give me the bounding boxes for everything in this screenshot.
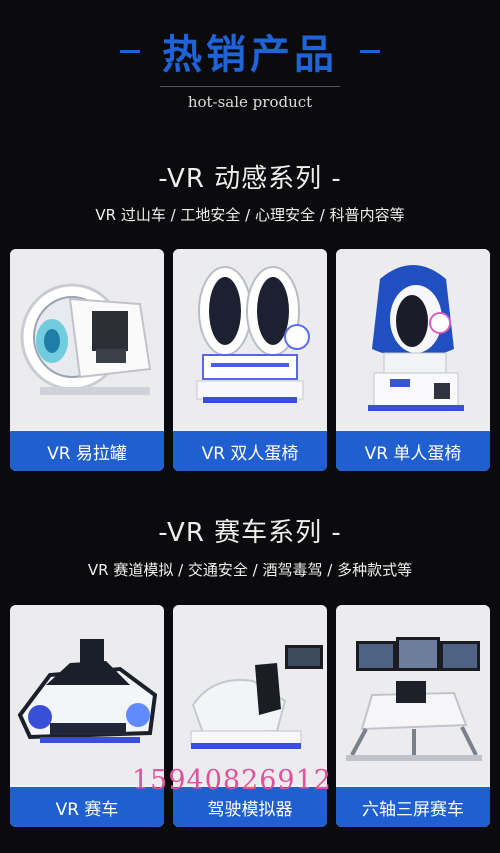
header: 热销产品 hot-sale product	[0, 22, 500, 111]
product-card[interactable]: VR 双人蛋椅	[173, 249, 327, 471]
product-label: 六轴三屏赛车	[336, 787, 490, 827]
product-label: VR 易拉罐	[10, 431, 164, 471]
section-title-motion: -VR 动感系列 -	[158, 164, 342, 194]
vr-double-egg-chair-icon	[173, 249, 327, 429]
product-card[interactable]: 六轴三屏赛车	[336, 605, 490, 827]
six-axis-triple-screen-racer-icon	[336, 605, 490, 785]
vr-single-egg-chair-icon	[336, 249, 490, 429]
product-label: VR 单人蛋椅	[336, 431, 490, 471]
title-underline	[160, 86, 340, 87]
driving-simulator-icon	[173, 605, 327, 785]
page-title: 热销产品	[162, 32, 338, 78]
title-dash-left	[120, 49, 140, 53]
section-title-racing: -VR 赛车系列 -	[158, 518, 342, 548]
phone-number: 15940826912	[132, 765, 332, 796]
product-label: VR 双人蛋椅	[173, 431, 327, 471]
section-desc-racing: VR 赛道模拟 / 交通安全 / 酒驾毒驾 / 多种款式等	[87, 561, 413, 579]
vr-can-machine-icon	[10, 249, 164, 429]
section-desc-motion: VR 过山车 / 工地安全 / 心理安全 / 科普内容等	[95, 206, 405, 224]
title-dash-right	[360, 49, 380, 53]
page-subtitle: hot-sale product	[187, 93, 313, 111]
product-card[interactable]: VR 单人蛋椅	[336, 249, 490, 471]
vr-racing-car-icon	[10, 605, 164, 785]
product-card[interactable]: VR 易拉罐	[10, 249, 164, 471]
